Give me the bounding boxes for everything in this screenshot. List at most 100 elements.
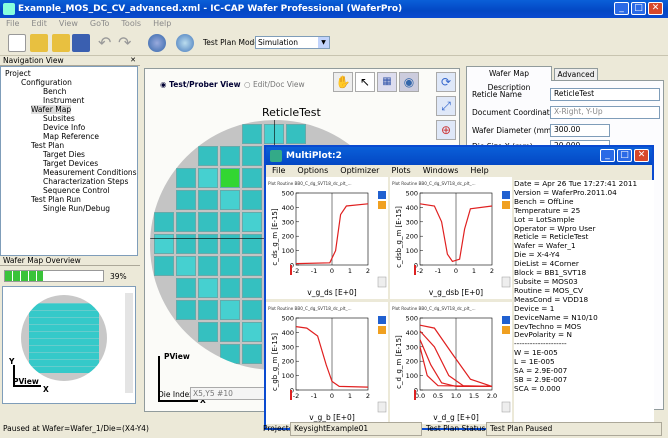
- menu-view[interactable]: View: [53, 18, 84, 30]
- prop-field-reticle-name[interactable]: ReticleTest: [550, 88, 660, 101]
- die-index-field[interactable]: X5,Y5 #10: [190, 387, 270, 400]
- tab-wafer-map-description[interactable]: Wafer Map Description: [466, 66, 552, 92]
- menu-edit[interactable]: Edit: [25, 18, 53, 30]
- tree-item-measurement-conditions[interactable]: Measurement Conditions: [43, 168, 137, 177]
- plot-panel-3[interactable]: Plot Routine BB0_C_dg_SVT18_dc_plt_... 50…: [266, 302, 388, 424]
- chevron-down-icon[interactable]: ▼: [318, 37, 329, 48]
- tree-item-instrument[interactable]: Instrument: [43, 96, 84, 105]
- plot-menu-options[interactable]: Options: [291, 165, 334, 177]
- tree-item-project[interactable]: Project: [5, 69, 31, 78]
- die-cell[interactable]: [176, 234, 196, 254]
- tree-item-test-plan[interactable]: Test Plan: [31, 141, 64, 150]
- menu-goto[interactable]: GoTo: [84, 18, 116, 30]
- tab-advanced[interactable]: Advanced: [554, 68, 598, 81]
- die-cell[interactable]: [242, 234, 262, 254]
- menu-help[interactable]: Help: [147, 18, 177, 30]
- die-cell[interactable]: [242, 344, 262, 364]
- new-file-icon[interactable]: [8, 34, 26, 52]
- open-folder-icon[interactable]: [30, 34, 48, 52]
- select-tool-icon[interactable]: ▦: [377, 72, 397, 92]
- tree-item-device-info[interactable]: Device Info: [43, 123, 85, 132]
- die-cell[interactable]: [220, 322, 240, 342]
- radio-edit-view[interactable]: ○ Edit/Doc View: [244, 80, 305, 89]
- die-cell[interactable]: [198, 256, 218, 276]
- overview-scrollbar[interactable]: [125, 293, 133, 393]
- plot-menu-plots[interactable]: Plots: [385, 165, 416, 177]
- die-cell[interactable]: [286, 124, 306, 144]
- die-cell[interactable]: [198, 278, 218, 298]
- die-cell[interactable]: [220, 278, 240, 298]
- plot-panel-1[interactable]: Plot Routine BB0_C_dg_SVT18_dc_plt_... 50…: [266, 177, 388, 299]
- plot-menu-file[interactable]: File: [266, 165, 291, 177]
- die-cell[interactable]: [176, 168, 196, 188]
- die-cell[interactable]: [242, 278, 262, 298]
- tree-item-map-reference[interactable]: Map Reference: [43, 132, 99, 141]
- die-cell[interactable]: [176, 300, 196, 320]
- plan-mode-select[interactable]: Simulation ▼: [255, 36, 330, 49]
- undo-icon[interactable]: ↶: [98, 34, 116, 52]
- die-cell[interactable]: [242, 212, 262, 232]
- redo-icon[interactable]: ↷: [118, 34, 136, 52]
- die-cell[interactable]: [198, 168, 218, 188]
- tree-item-characterization-steps[interactable]: Characterization Steps: [43, 177, 128, 186]
- tree-item-sequence-control[interactable]: Sequence Control: [43, 186, 110, 195]
- die-cell[interactable]: [176, 212, 196, 232]
- die-cell[interactable]: [176, 256, 196, 276]
- multiplot-minimize-button[interactable]: _: [600, 149, 615, 162]
- tree-item-subsites[interactable]: Subsites: [43, 114, 75, 123]
- die-cell[interactable]: [242, 124, 262, 144]
- zoom-in-icon[interactable]: ⊕: [436, 120, 456, 140]
- die-cell[interactable]: [176, 190, 196, 210]
- prop-field-doc-coords[interactable]: X-Right, Y-Up: [550, 106, 660, 119]
- die-cell[interactable]: [198, 322, 218, 342]
- tree-item-test-plan-run[interactable]: Test Plan Run: [31, 195, 81, 204]
- tree-item-configuration[interactable]: Configuration: [21, 78, 72, 87]
- maximize-button[interactable]: □: [631, 2, 646, 15]
- plot-panel-4[interactable]: Plot Routine BB0_C_dg_SVT18_dc_plt_... 50…: [390, 302, 512, 424]
- menu-file[interactable]: File: [0, 18, 25, 30]
- pointer-tool-icon[interactable]: ↖: [355, 72, 375, 92]
- die-cell[interactable]: [220, 234, 240, 254]
- wafer-grid-icon[interactable]: [176, 34, 194, 52]
- die-cell[interactable]: [198, 146, 218, 166]
- tree-item-target-devices[interactable]: Target Devices: [43, 159, 98, 168]
- die-cell[interactable]: [220, 212, 240, 232]
- plot-menu-optimizer[interactable]: Optimizer: [334, 165, 385, 177]
- die-cell[interactable]: [242, 190, 262, 210]
- die-cell[interactable]: [220, 300, 240, 320]
- die-cell[interactable]: [198, 234, 218, 254]
- open-project-icon[interactable]: [52, 34, 70, 52]
- die-cell[interactable]: [154, 212, 174, 232]
- hand-tool-icon[interactable]: ✋: [333, 72, 353, 92]
- die-cell[interactable]: [242, 256, 262, 276]
- wafer-tool-icon[interactable]: ◉: [399, 72, 419, 92]
- multiplot-maximize-button[interactable]: □: [617, 149, 632, 162]
- refresh-icon[interactable]: ⟳: [436, 72, 456, 92]
- die-cell[interactable]: [198, 300, 218, 320]
- die-cell[interactable]: [198, 212, 218, 232]
- close-button[interactable]: ✕: [648, 2, 663, 15]
- pin-icon[interactable]: ✕: [130, 56, 136, 64]
- overview-map[interactable]: Y X PView: [2, 286, 136, 404]
- menu-tools[interactable]: Tools: [115, 18, 147, 30]
- plot-menu-help[interactable]: Help: [464, 165, 494, 177]
- die-cell[interactable]: [220, 256, 240, 276]
- die-cell[interactable]: [198, 190, 218, 210]
- save-icon[interactable]: [72, 34, 90, 52]
- fit-view-icon[interactable]: ⤢: [436, 96, 456, 116]
- die-cell[interactable]: [176, 278, 196, 298]
- die-cell[interactable]: [220, 190, 240, 210]
- tree-item-wafer-map[interactable]: Wafer Map: [31, 105, 72, 114]
- die-cell[interactable]: [220, 168, 240, 188]
- die-cell[interactable]: [242, 168, 262, 188]
- multiplot-close-button[interactable]: ✕: [634, 149, 649, 162]
- tree-item-bench[interactable]: Bench: [43, 87, 66, 96]
- die-cell[interactable]: [242, 300, 262, 320]
- tree-item-target-dies[interactable]: Target Dies: [43, 150, 85, 159]
- die-cell[interactable]: [242, 322, 262, 342]
- die-cell[interactable]: [242, 146, 262, 166]
- wafer-icon[interactable]: [148, 34, 166, 52]
- prop-field-wafer-diameter[interactable]: 300.00: [550, 124, 610, 137]
- plot-panel-2[interactable]: Plot Routine BB0_C_dg_SVT18_dc_plt_... 50…: [390, 177, 512, 299]
- die-cell[interactable]: [220, 146, 240, 166]
